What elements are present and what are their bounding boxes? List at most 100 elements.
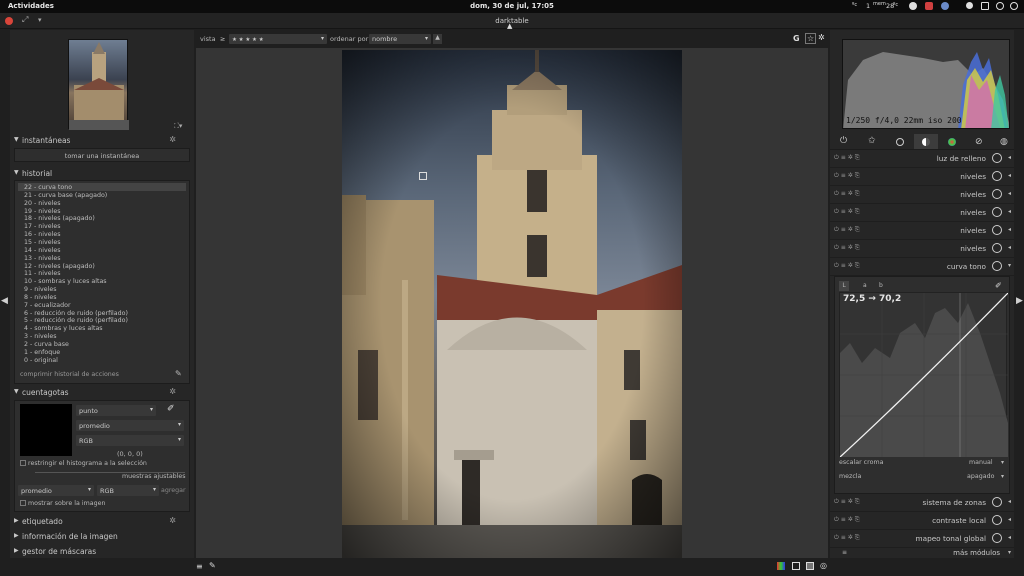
show-on-image-checkbox[interactable]: [20, 500, 26, 506]
picker-box-marker[interactable]: [419, 172, 427, 180]
blend-select[interactable]: apagado: [967, 473, 994, 480]
picker-colorspace-select[interactable]: RGB ▾: [76, 435, 184, 446]
module-controls-icon[interactable]: ⏻≡✲⎘: [834, 190, 862, 198]
curve-graph[interactable]: 72,5 → 70,2: [839, 292, 1009, 458]
module-controls-icon[interactable]: ⏻≡✲⎘: [834, 244, 862, 252]
collapse-top-panel-icon[interactable]: ▲: [507, 22, 512, 30]
settings-tray-icon[interactable]: [966, 2, 973, 9]
history-item[interactable]: 11 - niveles: [24, 270, 61, 278]
favorites-star-icon[interactable]: ✩: [868, 136, 876, 146]
basic-group-icon[interactable]: [896, 138, 904, 146]
history-item[interactable]: 12 - niveles (apagado): [24, 263, 95, 271]
module-row[interactable]: ⏻≡✲⎘ contraste local ◂: [830, 512, 1014, 530]
history-item[interactable]: 20 - niveles: [24, 200, 61, 208]
history-header[interactable]: ▼ historial: [10, 167, 194, 180]
module-controls-icon[interactable]: ⏻≡✲⎘: [834, 516, 862, 524]
soft-proof-icon[interactable]: [777, 562, 785, 570]
curve-tab-a[interactable]: a: [863, 282, 867, 289]
gamut-check-icon[interactable]: [792, 562, 800, 570]
color-group-icon[interactable]: [948, 138, 956, 146]
module-expand-arrow-icon[interactable]: ◂: [1008, 516, 1011, 523]
module-expand-arrow-icon[interactable]: ◂: [1008, 172, 1011, 179]
module-expand-arrow-icon[interactable]: ▾: [1008, 262, 1011, 269]
snapshots-header[interactable]: ▼ instantáneas ✲: [10, 134, 194, 147]
sort-direction-icon[interactable]: ▲: [433, 34, 442, 44]
module-controls-icon[interactable]: ⏻≡✲⎘: [834, 208, 862, 216]
sort-select[interactable]: nombre ▾: [369, 34, 431, 44]
history-item[interactable]: 15 - niveles: [24, 239, 61, 247]
module-controls-icon[interactable]: ⏻≡✲⎘: [834, 262, 862, 270]
mask-manager-header[interactable]: ▶ gestor de máscaras: [10, 545, 194, 558]
gear-icon[interactable]: ✲: [169, 516, 176, 525]
module-row[interactable]: ⏻≡✲⎘ niveles ◂: [830, 240, 1014, 258]
module-expand-arrow-icon[interactable]: ◂: [1008, 226, 1011, 233]
image-info-header[interactable]: ▶ información de la imagen: [10, 530, 194, 543]
history-item[interactable]: 5 - reducción de ruido (perfilado): [24, 317, 128, 325]
history-item[interactable]: 16 - niveles: [24, 231, 61, 239]
history-item[interactable]: 14 - niveles: [24, 247, 61, 255]
module-row[interactable]: ⏻≡✲⎘ mapeo tonal global ◂: [830, 530, 1014, 548]
module-controls-icon[interactable]: ⏻≡✲⎘: [834, 154, 862, 162]
navigation-thumbnail[interactable]: [68, 39, 129, 130]
module-controls-icon[interactable]: ⏻≡✲⎘: [834, 534, 862, 542]
scale-chroma-select[interactable]: manual: [969, 459, 993, 466]
power-icon[interactable]: [1010, 2, 1018, 10]
module-controls-icon[interactable]: ⏻≡✲⎘: [834, 498, 862, 506]
history-style-icon[interactable]: ✎: [175, 369, 182, 378]
tone-group-icon[interactable]: [922, 138, 930, 146]
module-expand-arrow-icon[interactable]: ◂: [1008, 534, 1011, 541]
restrict-checkbox[interactable]: [20, 460, 26, 466]
picker-mode-select[interactable]: punto ▾: [76, 405, 156, 416]
history-item[interactable]: 2 - curva base: [24, 341, 69, 349]
sample-space-select[interactable]: RGB ▾: [97, 485, 159, 496]
history-item[interactable]: 19 - niveles: [24, 208, 61, 216]
compress-history-button[interactable]: comprimir historial de acciones: [20, 371, 119, 378]
history-item[interactable]: 0 - original: [24, 357, 58, 365]
tray-app-icon[interactable]: [909, 2, 917, 10]
styles-icon[interactable]: ✎: [209, 561, 216, 570]
module-expand-arrow-icon[interactable]: ◂: [1008, 244, 1011, 251]
color-picker-header[interactable]: ▼ cuentagotas ✲: [10, 386, 194, 399]
more-modules-menu-icon[interactable]: ≡: [842, 549, 847, 556]
focus-peaking-icon[interactable]: ◎: [820, 561, 827, 570]
module-expand-arrow-icon[interactable]: ◂: [1008, 154, 1011, 161]
module-controls-icon[interactable]: ⏻≡✲⎘: [834, 172, 862, 180]
view-comparator[interactable]: ≥: [220, 35, 225, 43]
sample-stat-select[interactable]: promedio ▾: [18, 485, 94, 496]
history-item[interactable]: 22 - curva tono: [24, 184, 72, 192]
mail-icon[interactable]: [925, 2, 933, 10]
curve-picker-icon[interactable]: ✐: [995, 281, 1002, 290]
histogram[interactable]: 1/250 f/4,0 22mm iso 200: [842, 39, 1010, 129]
volume-icon[interactable]: [996, 2, 1004, 10]
module-row[interactable]: ⏻≡✲⎘ niveles ◂: [830, 168, 1014, 186]
correction-group-icon[interactable]: ⊘: [975, 137, 983, 147]
history-item[interactable]: 8 - niveles: [24, 294, 57, 302]
history-item[interactable]: 10 - sombras y luces altas: [24, 278, 107, 286]
edited-photo[interactable]: [342, 50, 682, 558]
history-item[interactable]: 21 - curva base (apagado): [24, 192, 107, 200]
history-item[interactable]: 1 - enfoque: [24, 349, 60, 357]
history-item[interactable]: 3 - niveles: [24, 333, 57, 341]
gear-icon[interactable]: ✲: [169, 135, 176, 144]
overexposed-icon[interactable]: [806, 562, 814, 570]
history-item[interactable]: 9 - niveles: [24, 286, 57, 294]
grouping-button[interactable]: G: [793, 34, 800, 43]
history-item[interactable]: 18 - niveles (apagado): [24, 215, 95, 223]
history-item[interactable]: 17 - niveles: [24, 223, 61, 231]
quick-access-menu-icon[interactable]: ≡: [196, 562, 203, 571]
module-row[interactable]: ⏻≡✲⎘ luz de relleno ◂: [830, 150, 1014, 168]
active-modules-power-icon[interactable]: ⏻: [840, 136, 847, 146]
chat-icon[interactable]: [941, 2, 949, 10]
snapshot-button[interactable]: tomar una instantánea: [14, 148, 190, 162]
history-item[interactable]: 4 - sombras y luces altas: [24, 325, 103, 333]
history-item[interactable]: 13 - niveles: [24, 255, 61, 263]
module-expand-arrow-icon[interactable]: ◂: [1008, 498, 1011, 505]
curve-tab-b[interactable]: b: [879, 282, 883, 289]
history-item[interactable]: 7 - ecualizador: [24, 302, 71, 310]
darkroom-canvas[interactable]: [196, 48, 828, 558]
collapse-right-panel-icon[interactable]: ▶: [1016, 296, 1023, 306]
chevron-down-icon[interactable]: ▾: [1001, 459, 1004, 466]
overlays-star-icon[interactable]: ☆: [805, 33, 817, 44]
rating-filter-select[interactable]: ★ ★ ★ ★ ★ ▾: [229, 34, 327, 44]
chevron-down-icon[interactable]: ▾: [1001, 473, 1004, 480]
